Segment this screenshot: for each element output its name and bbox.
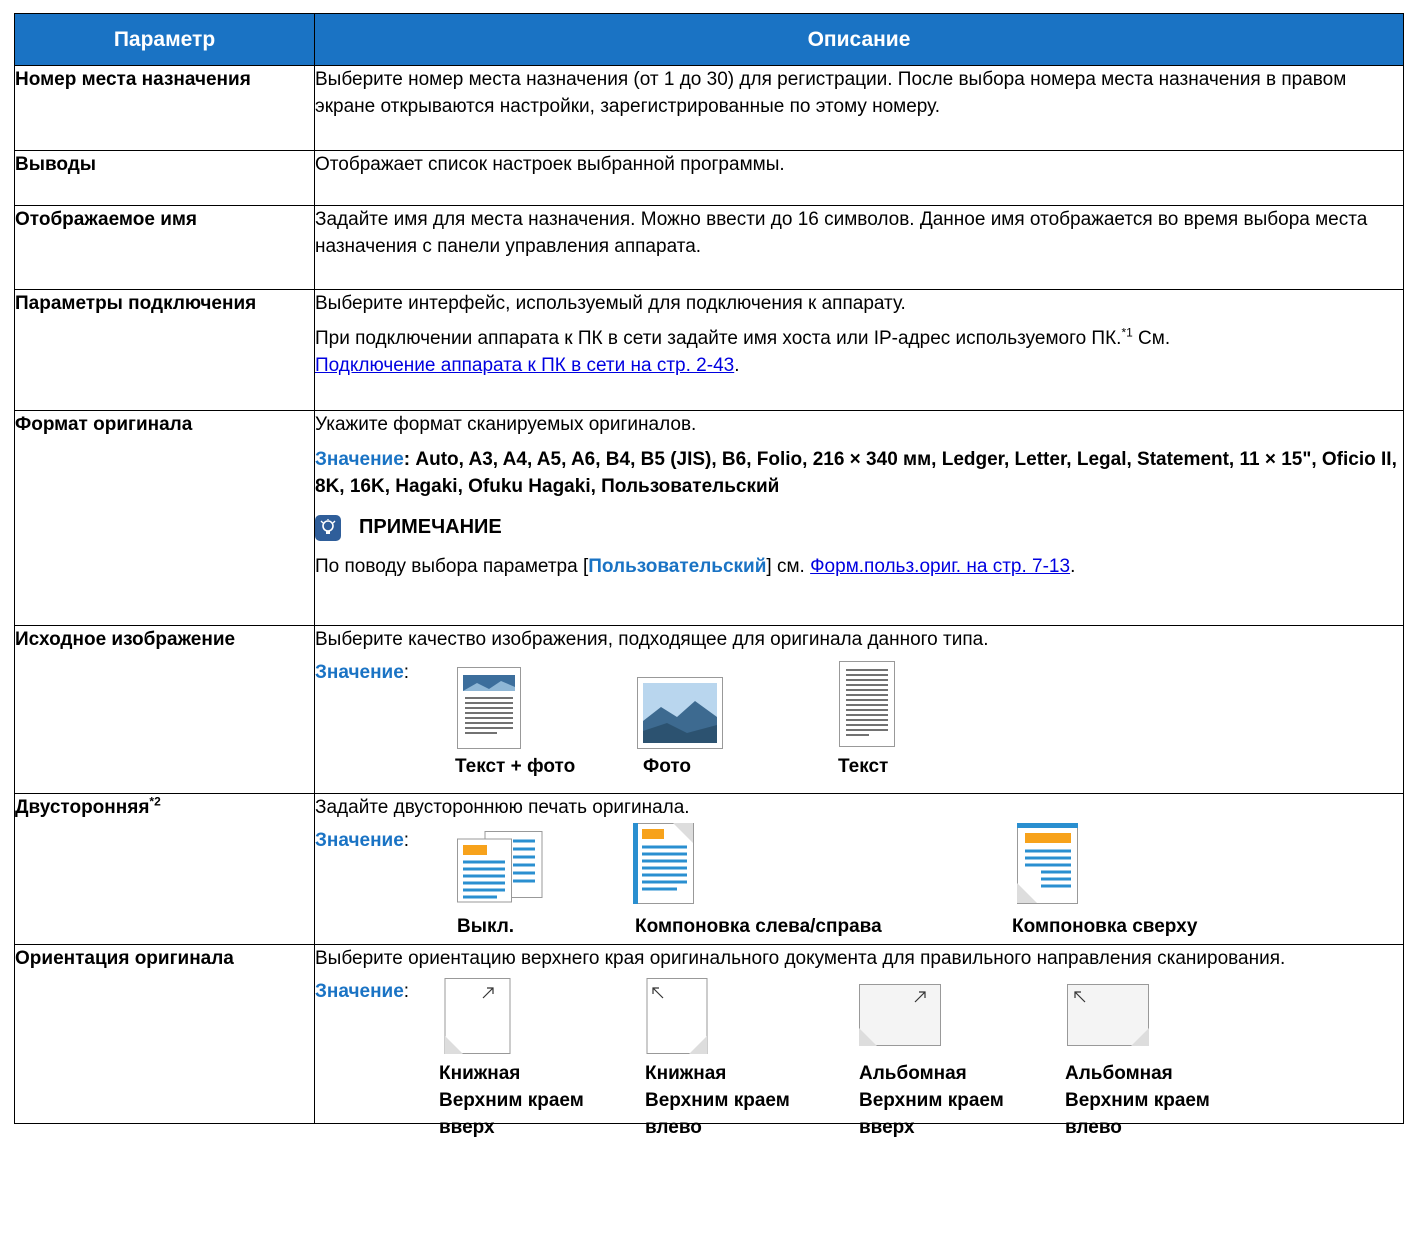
param-display-name: Отображаемое имя xyxy=(14,205,315,290)
note-text: По поводу выбора параметра [Пользователь… xyxy=(315,556,1076,577)
photo-icon xyxy=(637,677,723,757)
duplex-desc: Задайте двустороннюю печать оригинала. xyxy=(315,797,690,818)
table-row: Двусторонняя*2 Задайте двустороннюю печа… xyxy=(14,793,1404,945)
desc-duplex: Задайте двустороннюю печать оригинала. З… xyxy=(314,793,1404,945)
option-label: Альбомная Верхним краем вверх xyxy=(859,1063,1004,1138)
table-row: Номер места назначения Выберите номер ме… xyxy=(14,65,1404,151)
connection-desc1: Выберите интерфейс, используемый для под… xyxy=(315,293,906,314)
table-row: Исходное изображение Выберите качество и… xyxy=(14,625,1404,794)
option-label: Текст + фото xyxy=(455,756,576,777)
param-outputs: Выводы xyxy=(14,150,315,206)
option-label: Книжная Верхним краем вверх xyxy=(439,1063,584,1138)
text-icon xyxy=(839,661,895,755)
duplex-off-icon xyxy=(457,831,543,911)
desc-dest: Выберите номер места назначения (от 1 до… xyxy=(314,65,1404,151)
footnote-1: *1 xyxy=(1121,325,1133,340)
table-row: Формат оригинала Укажите формат сканируе… xyxy=(14,410,1404,626)
desc-connection: Выберите интерфейс, используемый для под… xyxy=(314,289,1404,411)
option-label: Книжная Верхним краем влево xyxy=(645,1063,790,1138)
param-format: Формат оригинала xyxy=(14,410,315,626)
connection-desc2: При подключении аппарата к ПК в сети зад… xyxy=(315,325,1171,376)
param-connection: Параметры подключения xyxy=(14,289,315,411)
option-label: Фото xyxy=(643,756,692,777)
orientation-desc: Выберите ориентацию верхнего края оригин… xyxy=(315,948,1286,969)
settings-table: Параметр Описание Номер места назначения… xyxy=(14,13,1404,1138)
option-label: Компоновка слева/справа xyxy=(635,916,882,937)
desc-display-name: Задайте имя для места назначения. Можно … xyxy=(314,205,1404,290)
duplex-leftright-icon xyxy=(633,823,695,913)
format-desc: Укажите формат сканируемых оригиналов. xyxy=(315,414,697,435)
table-header: Параметр Описание xyxy=(14,13,1404,66)
footnote-2: *2 xyxy=(149,794,161,809)
format-values: Значение: Auto, A3, A4, A5, A6, B4, B5 (… xyxy=(315,449,1397,497)
param-image: Исходное изображение xyxy=(14,625,315,794)
landscape-left-icon xyxy=(1067,984,1149,1054)
table-row: Отображаемое имя Задайте имя для места н… xyxy=(14,205,1404,290)
connection-link[interactable]: Подключение аппарата к ПК в сети на стр.… xyxy=(315,355,734,376)
param-orientation: Ориентация оригинала xyxy=(14,944,315,1124)
note-title: ПРИМЕЧАНИЕ xyxy=(359,516,502,538)
table-row: Выводы Отображает список настроек выбран… xyxy=(14,150,1404,206)
option-label: Выкл. xyxy=(457,916,515,937)
table-row: Параметры подключения Выберите интерфейс… xyxy=(14,289,1404,411)
option-label: Текст xyxy=(838,756,889,777)
landscape-up-icon xyxy=(859,984,941,1054)
header-description: Описание xyxy=(314,13,1404,66)
desc-image: Выберите качество изображения, подходяще… xyxy=(314,625,1404,794)
duplex-top-icon xyxy=(1017,823,1079,913)
desc-orientation: Выберите ориентацию верхнего края оригин… xyxy=(314,944,1404,1138)
portrait-left-icon xyxy=(645,978,709,1062)
text-photo-icon xyxy=(457,667,521,757)
desc-outputs: Отображает список настроек выбранной про… xyxy=(314,150,1404,206)
desc-format: Укажите формат сканируемых оригиналов. З… xyxy=(314,410,1404,626)
param-dest: Номер места назначения xyxy=(14,65,315,151)
note-header: ПРИМЕЧАНИЕ xyxy=(315,514,1403,541)
option-label: Альбомная Верхним краем влево xyxy=(1065,1063,1210,1138)
option-label: Компоновка сверху xyxy=(1012,916,1198,937)
lightbulb-icon xyxy=(315,514,341,541)
header-param: Параметр xyxy=(14,13,315,66)
image-desc: Выберите качество изображения, подходяще… xyxy=(315,629,989,650)
table-row: Ориентация оригинала Выберите ориентацию… xyxy=(14,944,1404,1138)
portrait-up-icon xyxy=(439,978,511,1062)
note-link[interactable]: Форм.польз.ориг. на стр. 7-13 xyxy=(810,556,1070,577)
param-duplex: Двусторонняя*2 xyxy=(14,793,315,945)
